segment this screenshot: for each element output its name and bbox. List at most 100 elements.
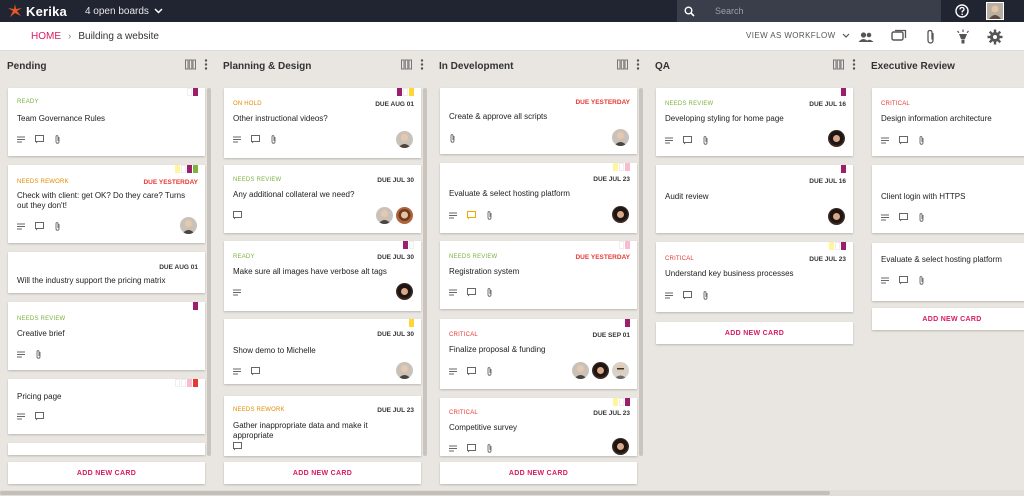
column-layout-icon[interactable] bbox=[617, 59, 628, 70]
top-bar: Kerika 4 open boards bbox=[0, 0, 1024, 22]
member-avatar bbox=[396, 131, 413, 148]
card-additional-collateral[interactable]: NEEDS REVIEW DUE JUL 30 Any additional c… bbox=[224, 165, 421, 233]
column-title: In Development bbox=[439, 60, 514, 72]
card-title: Design information architecture bbox=[881, 114, 992, 123]
view-as-workflow-dropdown[interactable]: VIEW AS WORKFLOW bbox=[746, 31, 850, 40]
member-avatar bbox=[572, 362, 589, 379]
column-layout-icon[interactable] bbox=[185, 59, 196, 70]
chat-icon[interactable] bbox=[891, 29, 907, 45]
card-gather-data[interactable]: NEEDS REWORK DUE JUL 23 Gather inappropr… bbox=[224, 396, 421, 456]
breadcrumb-home[interactable]: HOME bbox=[31, 31, 61, 42]
chat-icon bbox=[467, 367, 476, 376]
add-new-card-button[interactable]: ADD NEW CARD bbox=[224, 462, 421, 484]
chat-icon bbox=[683, 136, 692, 145]
card-status: CRITICAL bbox=[881, 101, 910, 107]
card-due-date: DUE JUL 23 bbox=[377, 407, 414, 414]
member-avatar bbox=[396, 283, 413, 300]
description-icon bbox=[449, 212, 457, 219]
description-icon bbox=[233, 368, 241, 375]
column-layout-icon[interactable] bbox=[833, 59, 844, 70]
column-scrollbar[interactable] bbox=[639, 88, 643, 456]
card-flags bbox=[397, 88, 414, 96]
column-menu-icon[interactable] bbox=[852, 59, 856, 70]
add-new-card-button[interactable]: ADD NEW CARD bbox=[440, 462, 637, 484]
description-icon bbox=[881, 277, 889, 284]
card-team-governance-rules[interactable]: READY Team Governance Rules bbox=[8, 88, 205, 156]
card-key-business-processes[interactable]: CRITICAL DUE JUL 23 Understand key busin… bbox=[656, 242, 853, 312]
open-boards-label: 4 open boards bbox=[84, 5, 149, 17]
card-audit-review[interactable]: DUE JUL 16 Audit review bbox=[656, 165, 853, 233]
column-layout-icon[interactable] bbox=[401, 59, 412, 70]
user-avatar[interactable] bbox=[986, 2, 1004, 20]
scrollbar-thumb[interactable] bbox=[0, 491, 830, 495]
chat-icon bbox=[35, 135, 44, 144]
description-icon bbox=[17, 351, 25, 358]
card-due-date: DUE JUL 16 bbox=[809, 101, 846, 108]
card-title: Competitive survey bbox=[449, 423, 518, 432]
card-due-date: DUE AUG 01 bbox=[375, 101, 414, 108]
help-icon[interactable] bbox=[955, 4, 969, 18]
card-styling-home-page[interactable]: NEEDS REVIEW DUE JUL 16 Developing styli… bbox=[656, 88, 853, 156]
card-verbose-alt-tags[interactable]: READY DUE JUL 30 Make sure all images ha… bbox=[224, 241, 421, 311]
card-client-login-https[interactable]: Client login with HTTPS bbox=[872, 165, 1024, 233]
card-approve-scripts[interactable]: DUE YESTERDAY Create & approve all scrip… bbox=[440, 88, 637, 154]
search-icon[interactable] bbox=[677, 0, 701, 22]
column-title: Executive Review bbox=[871, 60, 955, 72]
card-competitive-survey[interactable]: CRITICAL DUE JUL 23 Competitive survey bbox=[440, 398, 637, 456]
column-menu-icon[interactable] bbox=[636, 59, 640, 70]
open-boards-dropdown[interactable]: 4 open boards bbox=[85, 6, 163, 17]
column-menu-icon[interactable] bbox=[204, 59, 208, 70]
card-flags bbox=[841, 88, 846, 96]
chat-unread-icon bbox=[467, 211, 476, 220]
add-new-card-button[interactable]: ADD NEW CARD bbox=[872, 308, 1024, 330]
card-information-architecture[interactable]: CRITICAL Design information architecture bbox=[872, 88, 1024, 156]
settings-gear-icon[interactable] bbox=[987, 29, 1003, 45]
card-registration-system[interactable]: NEEDS REVIEW DUE YESTERDAY Registration … bbox=[440, 241, 637, 309]
add-new-card-button[interactable]: ADD NEW CARD bbox=[8, 462, 205, 484]
card-title: Evaluate & select hosting platform bbox=[449, 189, 570, 198]
card-industry-pricing-matrix[interactable]: DUE AUG 01 Will the industry support the… bbox=[8, 252, 205, 293]
kerika-logo[interactable]: Kerika bbox=[8, 0, 67, 22]
add-new-card-button[interactable]: ADD NEW CARD bbox=[656, 322, 853, 344]
description-icon bbox=[17, 223, 25, 230]
column-scrollbar[interactable] bbox=[207, 88, 211, 456]
column-scrollbar[interactable] bbox=[423, 88, 427, 456]
card-flags bbox=[193, 302, 198, 310]
search-input[interactable] bbox=[715, 6, 915, 16]
card-instructional-videos[interactable]: ON HOLD DUE AUG 01 Other instructional v… bbox=[224, 88, 421, 158]
attachment-icon bbox=[487, 288, 492, 297]
attachment-icon[interactable] bbox=[923, 29, 939, 45]
card-show-demo-michelle[interactable]: DUE JUL 30 Show demo to Michelle bbox=[224, 319, 421, 384]
description-icon bbox=[449, 289, 457, 296]
card-hosting-platform[interactable]: DUE JUL 23 Evaluate & select hosting pla… bbox=[440, 163, 637, 233]
column-menu-icon[interactable] bbox=[420, 59, 424, 70]
card-flags bbox=[625, 319, 630, 327]
card-due-date: DUE JUL 30 bbox=[377, 177, 414, 184]
description-icon bbox=[17, 413, 25, 420]
attachment-icon bbox=[919, 136, 924, 145]
card-title: Will the industry support the pricing ma… bbox=[17, 276, 166, 285]
card-partial[interactable] bbox=[8, 443, 205, 455]
column-qa: QA NEEDS REVIEW DUE JUL 16 Developing st… bbox=[648, 51, 860, 496]
card-due-date: DUE AUG 01 bbox=[159, 264, 198, 271]
chevron-down-icon bbox=[154, 8, 163, 14]
card-creative-brief[interactable]: NEEDS REVIEW Creative brief bbox=[8, 302, 205, 370]
card-title: Client login with HTTPS bbox=[881, 192, 966, 201]
card-flags bbox=[187, 88, 198, 96]
team-icon[interactable] bbox=[858, 29, 874, 45]
description-icon bbox=[881, 137, 889, 144]
card-flags bbox=[613, 398, 630, 406]
card-status: READY bbox=[17, 99, 39, 105]
member-avatar bbox=[396, 362, 413, 379]
attachment-icon bbox=[919, 276, 924, 285]
card-check-with-client[interactable]: NEEDS REWORK DUE YESTERDAY Check with cl… bbox=[8, 165, 205, 243]
board-horizontal-scrollbar[interactable] bbox=[0, 490, 1024, 496]
view-as-label: VIEW AS WORKFLOW bbox=[746, 31, 836, 40]
card-finalize-proposal[interactable]: CRITICAL DUE SEP 01 Finalize proposal & … bbox=[440, 319, 637, 389]
description-icon bbox=[665, 292, 673, 299]
card-title: Developing styling for home page bbox=[665, 114, 784, 123]
attachment-icon bbox=[703, 291, 708, 300]
card-hosting-platform-exec[interactable]: Evaluate & select hosting platform bbox=[872, 243, 1024, 301]
highlight-icon[interactable] bbox=[955, 29, 971, 45]
card-pricing-page[interactable]: Pricing page bbox=[8, 379, 205, 434]
